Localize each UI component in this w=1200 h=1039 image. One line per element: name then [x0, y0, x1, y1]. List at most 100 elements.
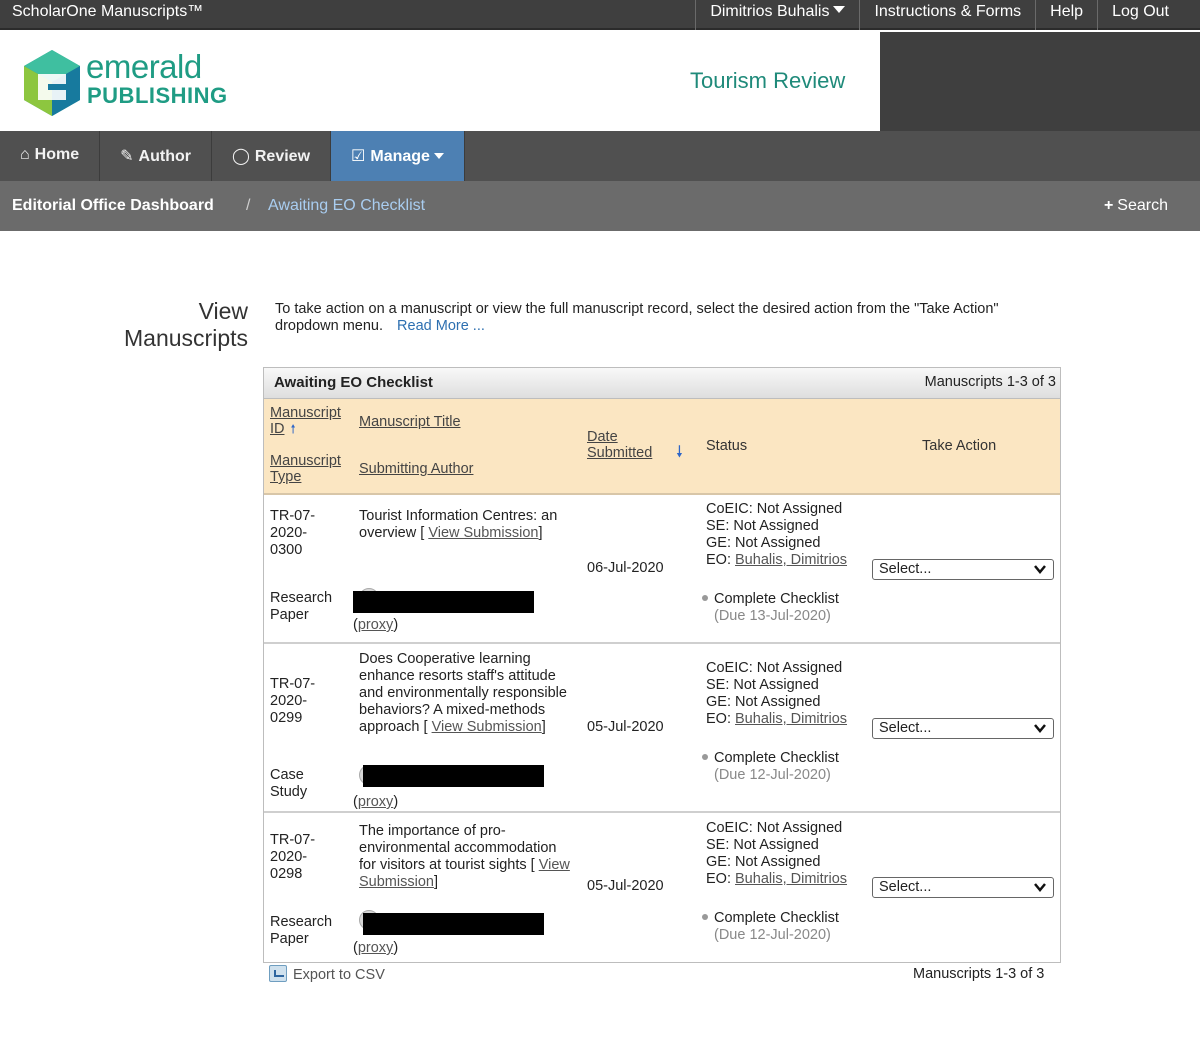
manuscript-type: Research Paper [270, 590, 350, 624]
status-dot-icon [702, 914, 708, 920]
plus-icon: + [1103, 197, 1114, 214]
search-link-label: Search [1117, 197, 1168, 214]
table-header-bar: Awaiting EO Checklist Manuscripts 1-3 of… [264, 368, 1060, 399]
status-assignments: CoEIC: Not Assigned SE: Not Assigned GE:… [706, 660, 876, 728]
status-coeic: CoEIC: Not Assigned [706, 660, 843, 676]
take-action-select[interactable]: Select... [872, 877, 1054, 898]
redacted-author [363, 765, 544, 787]
bracket-close: ] [541, 719, 546, 735]
nav-manage-label: Manage [370, 148, 430, 165]
app-name: ScholarOne Manuscripts™ [12, 3, 204, 20]
chevron-down-icon [1034, 883, 1046, 892]
manuscript-type: Case Study [270, 767, 350, 801]
manuscript-id: TR-07- 2020- 0298 [270, 832, 340, 883]
user-menu[interactable]: Dimitrios Buhalis [695, 0, 859, 30]
eo-name-link[interactable]: Buhalis, Dimitrios [735, 552, 847, 568]
top-bar: ScholarOne Manuscripts™ Dimitrios Buhali… [0, 0, 1200, 30]
manuscript-id: TR-07- 2020- 0300 [270, 508, 340, 559]
read-more-link[interactable]: Read More ... [397, 318, 485, 334]
col-date-submitted[interactable]: Date Submitted [587, 429, 667, 461]
chevron-down-icon [833, 6, 846, 13]
checklist-status: Complete Checklist (Due 12-Jul-2020) [702, 910, 882, 944]
proxy-link-wrap: (proxy) [353, 794, 399, 810]
status-se: SE: Not Assigned [706, 677, 819, 693]
main-nav: ⌂ Home ✎ Author ◯ Review ☑ Manage [0, 131, 1200, 181]
nav-review[interactable]: ◯ Review [212, 131, 332, 181]
user-menu-label: Dimitrios Buhalis [710, 3, 830, 20]
logout-link[interactable]: Log Out [1097, 0, 1200, 30]
home-icon: ⌂ [20, 146, 30, 163]
proxy-link-wrap: (proxy) [353, 617, 399, 633]
nav-manage[interactable]: ☑ Manage [331, 131, 465, 181]
help-link[interactable]: Help [1035, 0, 1097, 30]
complete-checklist-text: Complete Checklist [714, 591, 839, 607]
manuscript-id: TR-07- 2020- 0299 [270, 676, 340, 727]
chevron-down-icon [1034, 724, 1046, 733]
col-manuscript-id-label: Manuscript ID [270, 405, 341, 437]
proxy-link[interactable]: proxy [358, 617, 393, 633]
eo-name-link[interactable]: Buhalis, Dimitrios [735, 871, 847, 887]
status-assignments: CoEIC: Not Assigned SE: Not Assigned GE:… [706, 501, 876, 569]
breadcrumb: Editorial Office Dashboard / Awaiting EO… [0, 181, 1200, 231]
intro-body: To take action on a manuscript or view t… [275, 301, 999, 334]
chevron-down-icon [1034, 565, 1046, 574]
instructions-forms-link[interactable]: Instructions & Forms [859, 0, 1035, 30]
date-submitted: 05-Jul-2020 [587, 719, 664, 735]
status-ge: GE: Not Assigned [706, 535, 821, 551]
col-manuscript-title[interactable]: Manuscript Title [359, 414, 461, 430]
export-csv-link[interactable]: Export to CSV [269, 965, 385, 983]
breadcrumb-current[interactable]: Awaiting EO Checklist [268, 197, 425, 215]
site-header: emerald PUBLISHING Tourism Review [0, 32, 880, 131]
checklist-status: Complete Checklist (Due 13-Jul-2020) [702, 591, 882, 625]
eo-name-link[interactable]: Buhalis, Dimitrios [735, 711, 847, 727]
manuscript-title-text: The importance of pro-environmental acco… [359, 823, 557, 873]
complete-checklist-text: Complete Checklist [714, 750, 839, 766]
status-eo-label: EO: [706, 552, 731, 568]
status-ge: GE: Not Assigned [706, 694, 821, 710]
take-action-select[interactable]: Select... [872, 559, 1054, 580]
status-dot-icon [702, 595, 708, 601]
status-eo: EO: Buhalis, Dimitrios [706, 871, 876, 888]
due-date: (Due 13-Jul-2020) [714, 608, 831, 624]
proxy-link-wrap: (proxy) [353, 940, 399, 956]
proxy-link[interactable]: proxy [358, 794, 393, 810]
bracket-close: ] [538, 525, 543, 541]
nav-author[interactable]: ✎ Author [100, 131, 212, 181]
take-action-select[interactable]: Select... [872, 718, 1054, 739]
proxy-link[interactable]: proxy [358, 940, 393, 956]
col-manuscript-type[interactable]: Manuscript Type [270, 453, 350, 485]
take-action-select-value: Select... [879, 879, 932, 895]
nav-home[interactable]: ⌂ Home [0, 131, 101, 181]
manuscript-type-line: Research [270, 914, 333, 930]
due-date: (Due 12-Jul-2020) [714, 767, 831, 783]
status-ge: GE: Not Assigned [706, 854, 821, 870]
col-manuscript-id[interactable]: Manuscript ID 🠕 [270, 405, 350, 437]
view-submission-link[interactable]: View Submission [428, 525, 538, 541]
search-link[interactable]: + Search [1104, 197, 1168, 215]
intro-text: To take action on a manuscript or view t… [275, 301, 1065, 335]
checkbox-icon: ☑ [351, 148, 366, 165]
date-submitted: 06-Jul-2020 [587, 560, 664, 576]
status-coeic: CoEIC: Not Assigned [706, 501, 843, 517]
export-csv-label: Export to CSV [293, 967, 385, 983]
manuscript-title: Tourist Information Centres: an overview… [359, 508, 569, 542]
sort-up-arrow-icon: 🠕 [290, 422, 296, 436]
breadcrumb-dashboard[interactable]: Editorial Office Dashboard [12, 197, 214, 215]
manuscript-type-line: Study [270, 784, 308, 800]
logo-word-publishing: PUBLISHING [87, 83, 228, 108]
view-submission-link[interactable]: View Submission [432, 719, 542, 735]
emerald-logo[interactable]: emerald PUBLISHING [22, 48, 227, 118]
status-assignments: CoEIC: Not Assigned SE: Not Assigned GE:… [706, 820, 876, 888]
checklist-status: Complete Checklist (Due 12-Jul-2020) [702, 750, 882, 784]
complete-checklist-text: Complete Checklist [714, 910, 839, 926]
manuscript-id-line: 2020- [270, 525, 308, 541]
manuscript-id-line: 0299 [270, 710, 303, 726]
col-submitting-author[interactable]: Submitting Author [359, 461, 473, 477]
header-filler [880, 32, 1200, 131]
manuscript-title: The importance of pro-environmental acco… [359, 823, 577, 891]
manuscript-type-line: Case [270, 767, 304, 783]
take-action-select-value: Select... [879, 561, 932, 577]
emerald-logo-mark-icon [24, 50, 80, 116]
bracket-close: ] [433, 874, 438, 890]
date-submitted: 05-Jul-2020 [587, 878, 664, 894]
